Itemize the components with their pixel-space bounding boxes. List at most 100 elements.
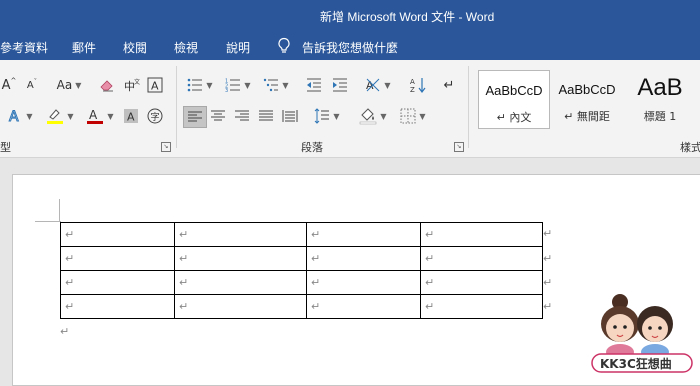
table-cell[interactable]: ↵: [60, 222, 175, 247]
table-cell[interactable]: ↵: [174, 270, 307, 295]
row-end-mark: ↵: [543, 300, 553, 313]
styles-group-label: 樣式: [680, 141, 700, 154]
decrease-indent-button[interactable]: [304, 75, 324, 95]
svg-text:A: A: [151, 80, 159, 93]
multilevel-list-icon: [264, 78, 279, 92]
group-divider: [468, 66, 469, 148]
table-row: ↵ ↵ ↵ ↵: [60, 294, 543, 319]
numbering-icon: 1 2 3: [225, 79, 241, 92]
character-border-button[interactable]: A: [146, 75, 164, 95]
tell-me-search[interactable]: 告訴我您想做什麼: [302, 39, 398, 56]
grow-font-button[interactable]: A ^: [2, 75, 17, 95]
justify-button[interactable]: [256, 106, 276, 126]
borders-button[interactable]: ▼: [396, 106, 430, 126]
character-shading-button[interactable]: A: [122, 106, 140, 126]
kk3c-watermark-logo: KK3C狂想曲: [591, 294, 693, 373]
table-cell[interactable]: ↵: [306, 246, 421, 271]
style-heading-1[interactable]: AaB 標題 1: [624, 70, 696, 127]
style-no-spacing[interactable]: AaBbCcD ↵ 無間距: [551, 70, 623, 127]
font-color-button[interactable]: A ▼: [84, 106, 116, 126]
asian-layout-button[interactable]: A ▼: [362, 75, 394, 95]
tab-mailings[interactable]: 郵件: [72, 39, 96, 56]
enclose-characters-button[interactable]: 字: [146, 106, 164, 126]
justify-icon: [259, 110, 273, 121]
enclose-characters-icon: 字: [147, 108, 163, 124]
highlight-color-button[interactable]: ▼: [44, 106, 76, 126]
svg-text:3: 3: [225, 88, 228, 92]
lightbulb-icon[interactable]: [276, 37, 292, 55]
shading-button[interactable]: ▼: [356, 106, 390, 126]
font-dialog-launcher[interactable]: ↘: [161, 142, 171, 152]
character-shading-icon: A: [124, 109, 138, 124]
line-spacing-icon: [315, 108, 330, 124]
chevron-down-icon: ▼: [206, 80, 213, 90]
table-cell[interactable]: ↵: [306, 294, 421, 319]
ribbon: A ^ Aˇ Aa ▼ 中 文 A A ▼ ▼ A ▼ A 字 型 ↘ ▼ 1 …: [0, 60, 700, 158]
align-left-button[interactable]: [183, 106, 207, 128]
tab-help[interactable]: 說明: [226, 39, 250, 56]
table-cell[interactable]: ↵: [174, 246, 307, 271]
phonetic-guide-button[interactable]: 中 文: [122, 75, 142, 95]
bullets-button[interactable]: ▼: [184, 75, 216, 95]
tab-review[interactable]: 校閱: [123, 39, 147, 56]
change-case-button[interactable]: Aa ▼: [52, 75, 86, 95]
group-divider: [176, 66, 177, 148]
style-normal[interactable]: AaBbCcD ↵ 內文: [478, 70, 550, 129]
table-cell[interactable]: ↵: [60, 294, 175, 319]
increase-indent-button[interactable]: [330, 75, 350, 95]
distributed-button[interactable]: [280, 106, 300, 126]
clear-formatting-button[interactable]: [98, 75, 116, 95]
line-spacing-button[interactable]: ▼: [310, 106, 344, 126]
paragraph-mark-icon: ↵: [443, 77, 455, 93]
font-group-label: 型: [0, 141, 11, 154]
text-effects-button[interactable]: A ▼: [4, 106, 36, 126]
shrink-font-button[interactable]: Aˇ: [24, 75, 40, 95]
show-hide-marks-button[interactable]: ↵: [440, 75, 458, 95]
table-cell[interactable]: ↵: [174, 294, 307, 319]
chevron-down-icon: ▼: [244, 80, 251, 90]
paragraph-dialog-launcher[interactable]: ↘: [454, 142, 464, 152]
align-right-button[interactable]: [232, 106, 252, 126]
multilevel-list-button[interactable]: ▼: [260, 75, 292, 95]
chevron-down-icon: ▼: [380, 111, 387, 121]
bullets-icon: [188, 78, 203, 92]
align-center-button[interactable]: [208, 106, 228, 126]
sort-button[interactable]: A Z: [408, 75, 428, 95]
table-cell[interactable]: ↵: [60, 270, 175, 295]
tab-references[interactable]: 參考資料: [0, 39, 48, 56]
chevron-down-icon: ▼: [419, 111, 426, 121]
tab-view[interactable]: 檢視: [174, 39, 198, 56]
table-cell[interactable]: ↵: [420, 270, 543, 295]
table-row: ↵ ↵ ↵ ↵: [60, 246, 543, 271]
row-end-mark: ↵: [543, 227, 553, 240]
align-right-icon: [235, 110, 249, 121]
sort-icon: A Z: [410, 78, 426, 93]
table-row: ↵ ↵ ↵ ↵: [60, 222, 543, 247]
chevron-down-icon: ▼: [26, 111, 33, 121]
table-cell[interactable]: ↵: [60, 246, 175, 271]
chevron-down-icon: ▼: [75, 80, 82, 90]
svg-text:A: A: [410, 78, 415, 86]
svg-text:字: 字: [151, 111, 160, 123]
title-bar: 新增 Microsoft Word 文件 - Word: [0, 0, 700, 32]
table-cell[interactable]: ↵: [306, 222, 421, 247]
align-left-icon: [188, 111, 202, 122]
margin-corner-mark: [59, 199, 60, 221]
chevron-down-icon: ▼: [333, 111, 340, 121]
borders-icon: [400, 108, 416, 124]
table-cell[interactable]: ↵: [420, 246, 543, 271]
text-effects-icon: A: [9, 109, 20, 125]
window-title: 新增 Microsoft Word 文件 - Word: [320, 10, 495, 24]
svg-text:KK3C狂想曲: KK3C狂想曲: [600, 356, 672, 371]
table-cell[interactable]: ↵: [420, 294, 543, 319]
table-cell[interactable]: ↵: [420, 222, 543, 247]
distributed-icon: [282, 110, 298, 122]
chevron-down-icon: ▼: [384, 80, 391, 90]
table-row: ↵ ↵ ↵ ↵: [60, 270, 543, 295]
table-cell[interactable]: ↵: [306, 270, 421, 295]
table-cell[interactable]: ↵: [174, 222, 307, 247]
document-table[interactable]: ↵ ↵ ↵ ↵ ↵ ↵ ↵ ↵ ↵ ↵ ↵ ↵ ↵ ↵ ↵ ↵: [60, 222, 543, 319]
decrease-indent-icon: [307, 78, 321, 92]
row-end-mark: ↵: [543, 252, 553, 265]
numbering-button[interactable]: 1 2 3 ▼: [222, 75, 254, 95]
